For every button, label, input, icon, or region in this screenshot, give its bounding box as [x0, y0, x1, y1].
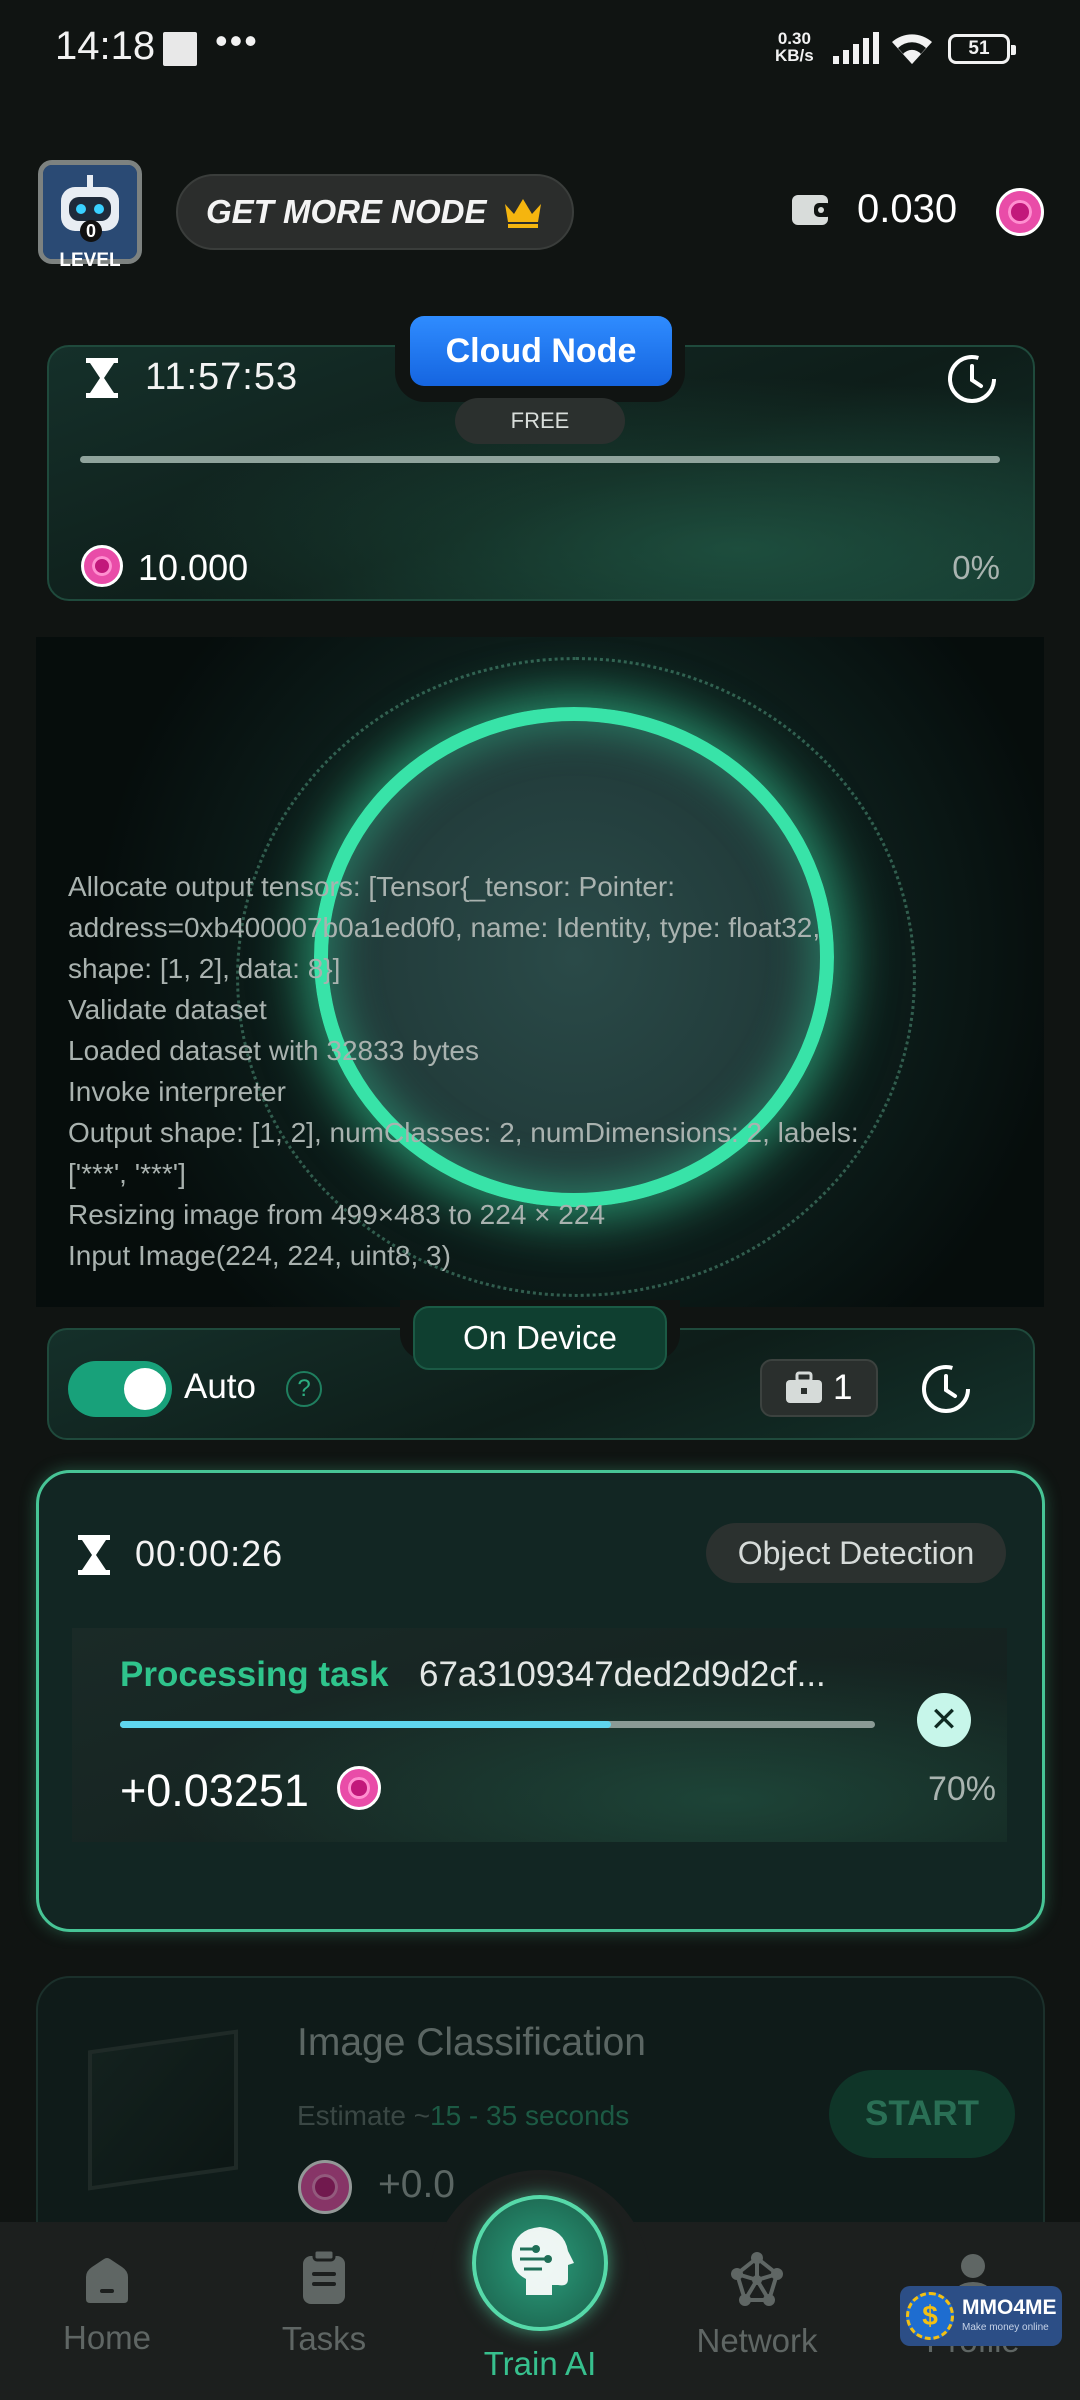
wifi-icon [892, 34, 932, 64]
watermark-subtitle: Make money online [962, 2322, 1049, 2333]
get-more-node-label: GET MORE NODE [206, 193, 487, 230]
wallet-balance: 0.030 [857, 187, 958, 231]
auto-label: Auto [184, 1367, 256, 1406]
nav-item-network[interactable]: Network [672, 2252, 842, 2360]
nav-label-train-ai: Train AI [483, 2345, 597, 2382]
home-icon [86, 2258, 128, 2303]
cloud-node-tab[interactable]: Cloud Node [410, 316, 672, 386]
cloud-node-timer: 11:57:53 [145, 356, 299, 398]
nav-label-network: Network [696, 2322, 818, 2359]
log-line: Output shape: [1, 2], numClasses: 2, num… [68, 1117, 859, 1148]
log-line: Input Image(224, 224, uint8, 3) [68, 1240, 451, 1271]
processing-task-label: Processing task [120, 1655, 389, 1694]
log-line: shape: [1, 2], data: 8}] [68, 953, 341, 984]
cloud-node-progress-percent: 0% [952, 549, 1000, 586]
nav-label-tasks: Tasks [281, 2320, 367, 2357]
wallet-icon[interactable] [792, 193, 832, 227]
network-icon [731, 2252, 783, 2306]
cloud-node-progress-bar [80, 456, 1000, 463]
auto-toggle-knob [124, 1368, 166, 1410]
training-log: Allocate output tensors: [Tensor{_tensor… [68, 866, 1028, 1276]
cancel-task-button[interactable]: ✕ [917, 1693, 971, 1747]
nav-item-tasks[interactable]: Tasks [239, 2250, 409, 2358]
history-icon[interactable] [919, 1362, 973, 1416]
nav-item-home[interactable]: Home [22, 2255, 192, 2357]
get-more-node-button[interactable]: GET MORE NODE [176, 174, 574, 250]
signal-icon [833, 32, 879, 64]
on-device-tab[interactable]: On Device [413, 1306, 667, 1370]
cloud-node-amount: 10.000 [138, 547, 249, 588]
hourglass-icon [78, 1535, 110, 1575]
start-button[interactable]: START [829, 2070, 1015, 2158]
nav-label-home: Home [62, 2319, 152, 2356]
log-line: Validate dataset [68, 994, 267, 1025]
task-bag-chip[interactable] [760, 1359, 878, 1417]
queued-task-reward: +0.0 [378, 2163, 455, 2206]
token-icon [337, 1766, 381, 1810]
estimate-value: 15 - 35 seconds [430, 2100, 630, 2131]
task-progress-percent: 70% [927, 1770, 996, 1808]
briefcase-icon [786, 1371, 822, 1403]
history-icon[interactable] [945, 352, 999, 406]
log-line: Loaded dataset with 32833 bytes [68, 1035, 479, 1066]
queued-task-title: Image Classification [297, 2021, 646, 2064]
clipboard-icon [303, 2250, 345, 2304]
avatar[interactable] [38, 160, 142, 264]
battery-icon: 51 [948, 34, 1016, 64]
image-classification-thumbnail [88, 2029, 238, 2191]
log-line: ['***', '***'] [68, 1158, 186, 1189]
token-icon [996, 188, 1044, 236]
robot-avatar-icon [43, 165, 137, 259]
active-task-timer: 00:00:26 [135, 1533, 284, 1574]
log-line: Allocate output tensors: [Tensor{_tensor… [68, 871, 676, 902]
task-bag-count: 1 [833, 1368, 853, 1407]
help-icon[interactable]: ? [286, 1371, 322, 1407]
hourglass-icon [86, 358, 118, 398]
watermark-title: MMO4ME [962, 2296, 1057, 2319]
more-notifications-icon: ••• [215, 20, 259, 61]
notification-square-icon [163, 32, 197, 66]
token-icon [81, 545, 123, 587]
log-line: Invoke interpreter [68, 1076, 286, 1107]
training-visual-panel: Allocate output tensors: [Tensor{_tensor… [36, 637, 1044, 1307]
task-type-badge: Object Detection [706, 1523, 1006, 1583]
level-number: 0 [80, 220, 102, 242]
nav-item-train-ai[interactable] [472, 2195, 608, 2331]
task-reward: +0.03251 [120, 1765, 309, 1816]
crown-icon [504, 199, 541, 228]
estimate-label: Estimate ~ [297, 2100, 431, 2131]
free-badge: FREE [455, 398, 625, 444]
log-line: address=0xb400007b0a1ed0f0, name: Identi… [68, 912, 821, 943]
level-label: LEVEL [59, 250, 121, 271]
log-line: Resizing image from 499×483 to 224 × 224 [68, 1199, 606, 1230]
task-id: 67a3109347ded2d9d2cf... [419, 1655, 826, 1694]
ai-head-icon [511, 2227, 574, 2295]
token-icon [298, 2160, 352, 2214]
task-progress-fill [120, 1721, 611, 1728]
network-speed: 0.30 KB/s [775, 29, 814, 65]
status-time: 14:18 [55, 24, 156, 68]
dollar-coin-icon: $ [906, 2292, 954, 2340]
